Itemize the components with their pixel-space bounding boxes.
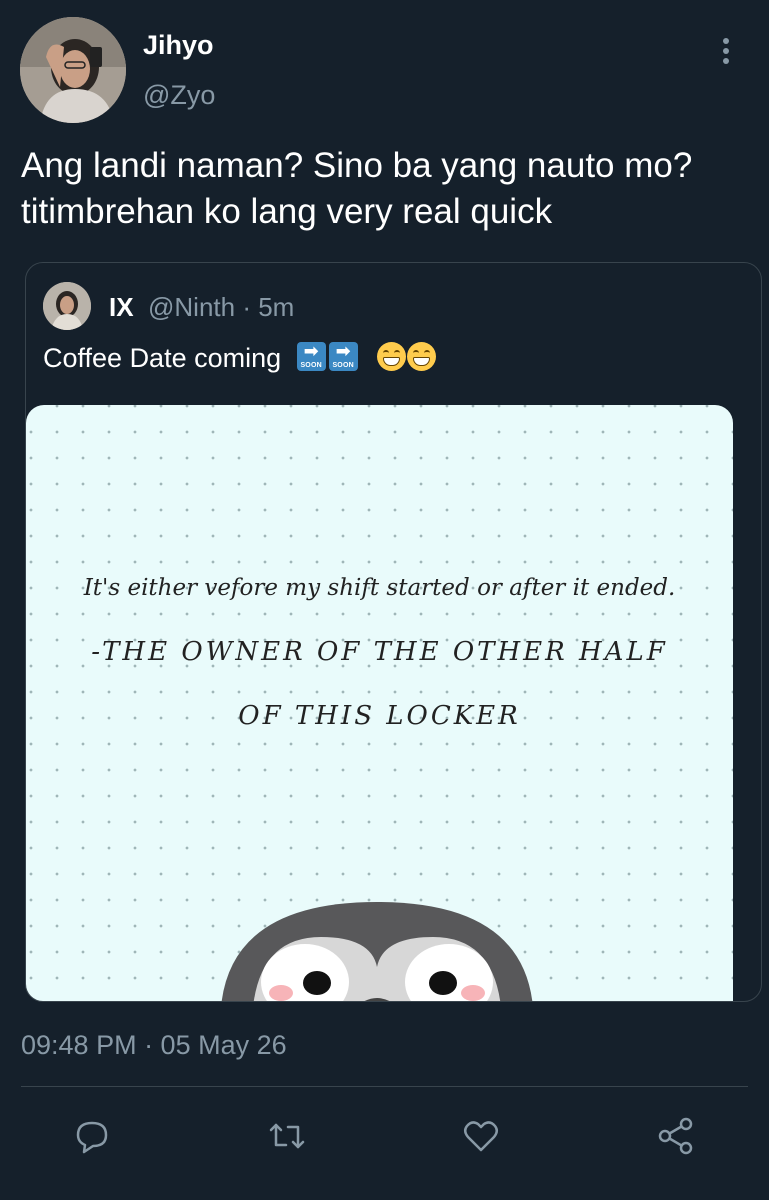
soon-label: SOON — [300, 362, 322, 369]
emoji-eye — [413, 350, 420, 356]
avatar-photo — [43, 282, 91, 330]
penguin-illustration — [221, 902, 533, 1001]
dot — [723, 58, 729, 64]
tweet-text: Ang landi naman? Sino ba yang nauto mo? … — [21, 143, 761, 235]
emoji-mouth — [413, 357, 431, 366]
grinning-face-emoji — [377, 342, 407, 371]
quoted-author-name[interactable]: IX — [109, 292, 134, 323]
emoji-eye — [424, 350, 431, 356]
tweet-text-line: titimbrehan ko lang very real quick — [21, 192, 553, 231]
quoted-author-avatar[interactable] — [43, 282, 91, 330]
retweet-icon[interactable] — [267, 1116, 307, 1156]
soon-label: SOON — [332, 362, 354, 369]
quoted-tweet[interactable]: IX @Ninth · 5m Coffee Date coming ➡ SOON ➡… — [25, 262, 762, 1002]
quoted-text: Coffee Date coming ➡ SOON ➡ SOON — [43, 341, 437, 374]
quoted-text-body: Coffee Date coming — [43, 343, 282, 373]
avatar-photo — [20, 17, 126, 123]
image-text-line: It's either vefore my shift started or a… — [83, 575, 676, 601]
dot — [723, 38, 729, 44]
divider — [21, 1086, 748, 1087]
quoted-media-image[interactable]: It's either vefore my shift started or a… — [26, 405, 733, 1001]
like-icon[interactable] — [461, 1116, 501, 1156]
tweet-timestamp[interactable]: 09:48 PM · 05 May 26 — [21, 1030, 287, 1061]
tweet-text-line: Ang landi naman? Sino ba yang nauto mo? — [21, 146, 693, 185]
soon-arrow-emoji: ➡ SOON — [328, 341, 358, 371]
image-text-line: OF THIS LOCKER — [238, 701, 521, 731]
grinning-face-emoji — [407, 342, 437, 371]
author-name[interactable]: Jihyo — [143, 30, 214, 61]
reply-icon[interactable] — [72, 1116, 112, 1156]
arrow-glyph: ➡ — [335, 341, 351, 361]
dot — [723, 48, 729, 54]
more-options-icon[interactable] — [716, 38, 736, 68]
soon-arrow-emoji: ➡ SOON — [296, 341, 326, 371]
author-handle[interactable]: @Zyo — [143, 80, 215, 111]
emoji-eye — [394, 350, 401, 356]
emoji-eye — [383, 350, 390, 356]
arrow-glyph: ➡ — [303, 341, 319, 361]
author-avatar[interactable] — [20, 17, 126, 123]
share-icon[interactable] — [656, 1116, 696, 1156]
emoji-mouth — [383, 357, 401, 366]
quoted-author-handle[interactable]: @Ninth · 5m — [148, 292, 294, 323]
image-text-line: -THE OWNER OF THE OTHER HALF — [91, 637, 668, 667]
